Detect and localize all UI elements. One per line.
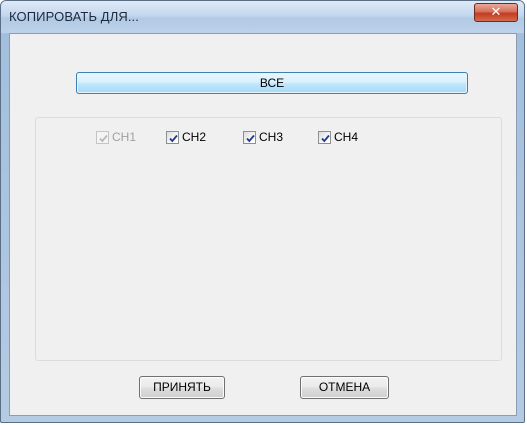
close-icon: ✕ <box>490 5 502 20</box>
dialog-window: КОПИРОВАТЬ ДЛЯ... ✕ ВСЕ CH1 CH2 CH3 CH4 … <box>0 0 525 423</box>
close-button[interactable]: ✕ <box>474 3 518 22</box>
accept-button[interactable]: ПРИНЯТЬ <box>139 376 225 399</box>
checkbox-label: CH2 <box>182 130 207 144</box>
checkbox-box <box>96 130 109 144</box>
checkbox-ch4[interactable]: CH4 <box>318 129 358 145</box>
cancel-button[interactable]: ОТМЕНА <box>300 376 389 399</box>
checkbox-ch3[interactable]: CH3 <box>243 129 283 145</box>
check-mark-icon <box>321 134 330 142</box>
dialog-body: ВСЕ CH1 CH2 CH3 CH4 ПРИНЯТЬ ОТМЕНА <box>9 33 517 416</box>
checkbox-ch1: CH1 <box>96 129 136 145</box>
check-mark-icon <box>169 134 178 142</box>
select-all-button[interactable]: ВСЕ <box>76 72 468 94</box>
checkbox-box[interactable] <box>166 130 179 144</box>
check-mark-icon <box>99 134 108 142</box>
channels-group: CH1 CH2 CH3 CH4 <box>35 117 502 361</box>
checkbox-box[interactable] <box>243 130 256 144</box>
window-title: КОПИРОВАТЬ ДЛЯ... <box>9 9 139 24</box>
checkbox-label: CH3 <box>259 130 284 144</box>
check-mark-icon <box>246 134 255 142</box>
checkbox-ch2[interactable]: CH2 <box>166 129 206 145</box>
checkbox-box[interactable] <box>318 130 331 144</box>
checkbox-label: CH4 <box>334 130 359 144</box>
title-bar[interactable]: КОПИРОВАТЬ ДЛЯ... ✕ <box>1 1 524 33</box>
checkbox-label: CH1 <box>112 130 137 144</box>
